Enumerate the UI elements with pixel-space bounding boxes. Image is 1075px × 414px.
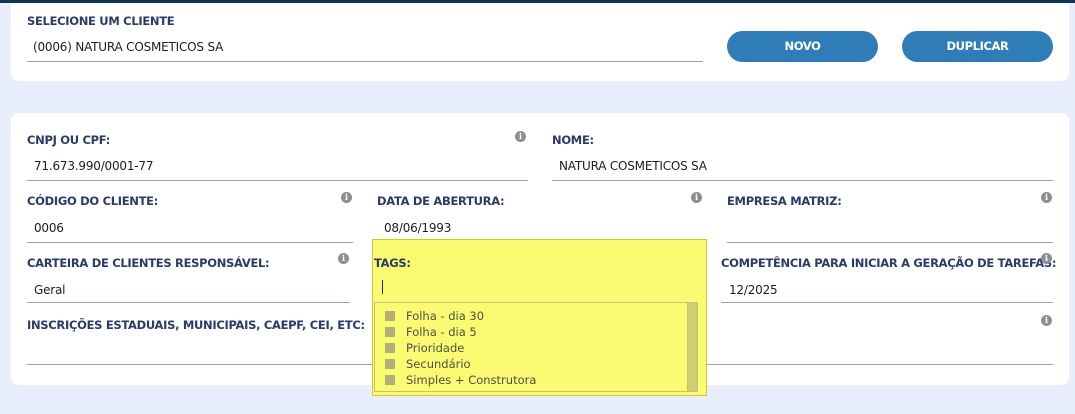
competencia-label: COMPETÊNCIA PARA INICIAR A GERAÇÃO DE TA… [721,256,1057,270]
codigo-field[interactable]: 0006 [34,221,64,235]
client-select-card: SELECIONE UM CLIENTE (0006) NATURA COSME… [11,3,1069,81]
competencia-field[interactable]: 12/2025 [729,283,778,297]
client-select-value[interactable]: (0006) NATURA COSMETICOS SA [33,40,223,54]
tag-option[interactable]: Folha - dia 5 [385,325,477,340]
info-icon[interactable]: i [1041,315,1052,326]
tag-option[interactable]: Folha - dia 30 [385,309,484,324]
tags-label: TAGS: [374,256,411,270]
tag-option-label: Secundário [406,357,471,371]
new-client-button[interactable]: NOVO [727,31,878,62]
tag-option[interactable]: Simples + Construtora [385,373,536,388]
tag-option-label: Folha - dia 5 [406,325,477,339]
tag-option-label: Prioridade [406,341,465,355]
data-abertura-label: DATA DE ABERTURA: [377,194,505,208]
empresa-matriz-underline [727,242,1053,243]
tags-scrollbar[interactable] [687,303,697,391]
cnpj-underline [27,180,528,181]
cnpj-field[interactable]: 71.673.990/0001-77 [34,159,153,173]
client-select-underline [27,61,703,62]
client-select-label: SELECIONE UM CLIENTE [27,14,175,28]
text-caret [382,280,383,294]
info-icon[interactable]: i [1041,192,1052,203]
empresa-matriz-label: EMPRESA MATRIZ: [727,194,842,208]
codigo-underline [27,242,353,243]
codigo-label: CÓDIGO DO CLIENTE: [27,194,159,208]
checkbox-icon[interactable] [385,327,395,337]
nome-underline [552,180,1053,181]
tag-option[interactable]: Secundário [385,357,471,372]
inscricoes-label: INSCRIÇÕES ESTADUAIS, MUNICIPAIS, CAEPF,… [27,318,365,332]
info-icon[interactable]: i [1041,253,1052,264]
tag-option[interactable]: Prioridade [385,341,464,356]
nome-label: NOME: [552,133,594,147]
tag-option-label: Simples + Construtora [406,373,537,387]
tags-input[interactable] [374,276,700,300]
info-icon[interactable]: i [341,192,352,203]
info-icon[interactable]: i [338,253,349,264]
data-abertura-field[interactable]: 08/06/1993 [384,221,451,235]
checkbox-icon[interactable] [385,343,395,353]
tag-option-label: Folha - dia 30 [406,309,485,323]
carteira-label: CARTEIRA DE CLIENTES RESPONSÁVEL: [27,256,270,270]
duplicate-client-button[interactable]: DUPLICAR [902,31,1053,62]
checkbox-icon[interactable] [385,375,395,385]
info-icon[interactable]: i [515,131,526,142]
tags-dropdown-list: Folha - dia 30 Folha - dia 5 Prioridade … [374,302,698,392]
carteira-field[interactable]: Geral [34,283,66,297]
nome-field[interactable]: NATURA COSMETICOS SA [559,159,707,173]
checkbox-icon[interactable] [385,359,395,369]
carteira-underline [27,302,350,303]
info-icon[interactable]: i [691,192,702,203]
checkbox-icon[interactable] [385,311,395,321]
cnpj-label: CNPJ OU CPF: [27,133,110,147]
competencia-underline [721,302,1053,303]
